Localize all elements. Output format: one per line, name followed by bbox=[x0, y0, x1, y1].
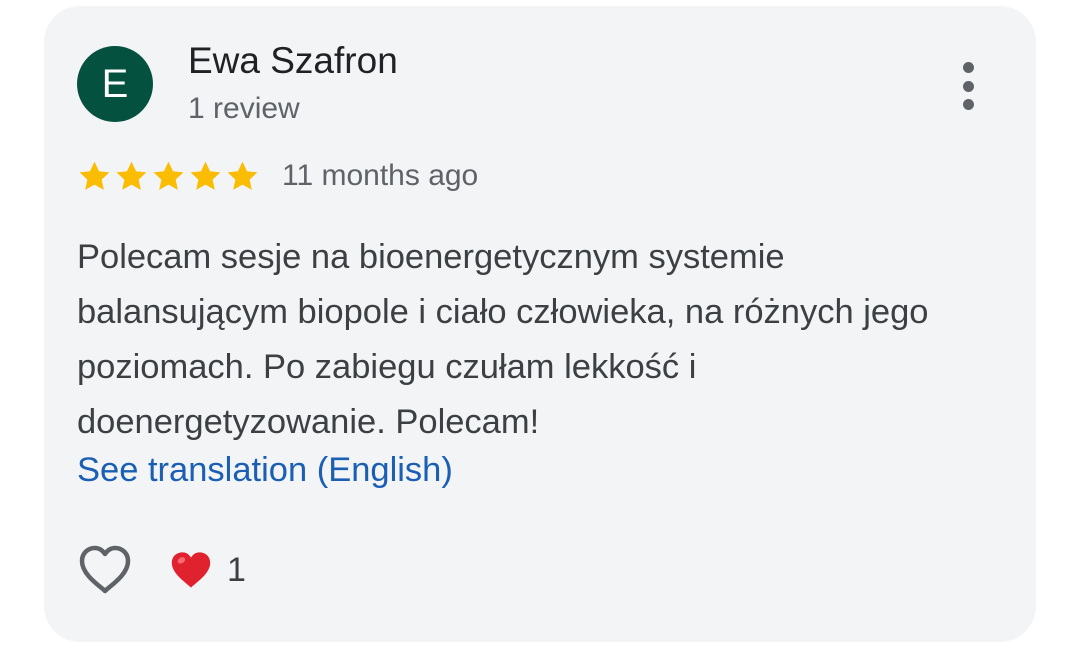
avatar-initial: E bbox=[101, 62, 129, 106]
more-vert-icon-dot-2 bbox=[962, 80, 974, 92]
star-rating bbox=[77, 159, 260, 194]
more-options-button[interactable] bbox=[948, 56, 988, 116]
more-vert-icon bbox=[962, 62, 974, 73]
see-translation-link[interactable]: See translation (English) bbox=[77, 451, 453, 490]
reviewer-review-count: 1 review bbox=[188, 92, 300, 125]
review-card: E Ewa Szafron 1 review 11 months ago Pol… bbox=[44, 6, 1036, 642]
rating-row: 11 months ago bbox=[77, 156, 478, 196]
reaction-summary[interactable]: 1 bbox=[169, 550, 246, 590]
review-actions: 1 bbox=[77, 542, 246, 598]
heart-outline-icon bbox=[79, 545, 131, 594]
reaction-count: 1 bbox=[227, 550, 246, 589]
red-heart-icon bbox=[171, 552, 211, 588]
more-vert-icon-dot-3 bbox=[962, 99, 974, 110]
star-icon bbox=[227, 161, 258, 190]
star-icon bbox=[116, 161, 147, 190]
avatar[interactable]: E bbox=[77, 46, 153, 122]
star-icon bbox=[79, 161, 110, 190]
reviewer-name[interactable]: Ewa Szafron bbox=[188, 40, 398, 82]
star-icon bbox=[190, 161, 221, 190]
review-date: 11 months ago bbox=[282, 159, 479, 192]
star-icon bbox=[153, 161, 184, 190]
review-text: Polecam sesje na bioenergetycznym system… bbox=[77, 238, 929, 441]
like-button[interactable] bbox=[77, 542, 133, 598]
